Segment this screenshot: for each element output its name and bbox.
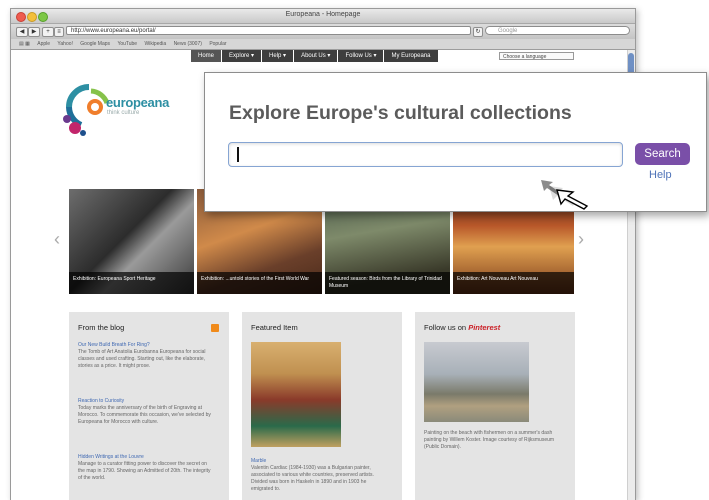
logo-wordmark: europeana (106, 95, 170, 110)
slide-caption: Exhibition: Art Nouveau Art Nouveau (453, 272, 574, 294)
bookmark-item[interactable]: Popular (209, 41, 226, 47)
bookmark-item[interactable]: YouTube (117, 41, 137, 47)
pointer-cursor-icon (541, 180, 589, 210)
text-cursor (237, 147, 239, 162)
slide-caption: Featured season: Birds from the Library … (325, 272, 450, 294)
blog-post-title[interactable]: Reaction to Curiosity (78, 398, 213, 405)
pinterest-panel: Follow us on Pinterest Painting on the b… (415, 312, 575, 500)
bookmark-item[interactable]: Yahoo! (57, 41, 72, 47)
blog-panel: From the blog Our New Build Breath For R… (69, 312, 229, 500)
help-link[interactable]: Help (649, 169, 672, 181)
featured-description: Marble Valentin Cardiac (1984-1930) was … (251, 458, 386, 493)
bookmark-item[interactable]: News (3007) (174, 41, 202, 47)
slide-caption: Exhibition: ...untold stories of the Fir… (197, 272, 322, 294)
featured-item-title[interactable]: Marble (251, 458, 386, 465)
browser-toolbar: ◀ ▶ + ≡ http://www.europeana.eu/portal/ … (11, 24, 635, 39)
back-button[interactable]: ◀ (16, 27, 28, 37)
rss-icon[interactable] (211, 324, 219, 332)
bookmark-item[interactable]: Google Maps (80, 41, 110, 47)
nav-home[interactable]: Home (191, 50, 222, 62)
nav-explore[interactable]: Explore ▾ (222, 50, 262, 62)
language-select[interactable]: Choose a language (499, 52, 574, 60)
featured-title: Featured Item (251, 323, 298, 332)
carousel-next-icon[interactable]: › (578, 229, 584, 250)
blog-post: Hidden Writings at the Louvre Manage to … (78, 454, 213, 482)
browser-search-input[interactable]: Google (485, 26, 630, 35)
bookmarks-icon[interactable]: ▤ ▦ (19, 41, 30, 47)
share-icon[interactable]: + (42, 27, 54, 37)
carousel-prev-icon[interactable]: ‹ (54, 229, 60, 250)
blog-post-title[interactable]: Hidden Writings at the Louvre (78, 454, 213, 461)
blog-post: Our New Build Breath For Ring? The Tomb … (78, 342, 213, 370)
window-title: Europeana - Homepage (285, 11, 361, 18)
blog-post: Reaction to Curiosity Today marks the an… (78, 398, 213, 426)
address-bar[interactable]: http://www.europeana.eu/portal/ (66, 26, 471, 35)
nav-about[interactable]: About Us ▾ (294, 50, 338, 62)
blog-post-text: Today marks the anniversary of the birth… (78, 405, 211, 425)
blog-title: From the blog (78, 323, 125, 332)
carousel-slide[interactable]: Exhibition: Europeana Sport Heritage (69, 189, 194, 294)
bookmark-item[interactable]: Apple (37, 41, 50, 47)
blog-post-title[interactable]: Our New Build Breath For Ring? (78, 342, 213, 349)
search-button[interactable]: Search (635, 143, 690, 165)
pinterest-description: Painting on the beach with fishermen on … (424, 430, 555, 450)
bookmark-item[interactable]: Wikipedia (144, 41, 166, 47)
slide-caption: Exhibition: Europeana Sport Heritage (69, 272, 194, 294)
featured-panel: Featured Item Marble Valentin Cardiac (1… (242, 312, 402, 500)
featured-item-text: Valentin Cardiac (1984-1930) was a Bulga… (251, 465, 374, 492)
search-input[interactable] (228, 142, 623, 167)
nav-follow[interactable]: Follow Us ▾ (338, 50, 384, 62)
pinterest-title: Follow us on (424, 323, 467, 332)
logo-tagline: think culture (107, 110, 140, 116)
search-zoom-callout: Explore Europe's cultural collections Se… (204, 72, 707, 212)
pinterest-heading: Follow us on Pinterest (424, 323, 500, 332)
nav-my-europeana[interactable]: My Europeana (384, 50, 438, 62)
bookmarks-bar: ▤ ▦ Apple Yahoo! Google Maps YouTube Wik… (11, 39, 635, 50)
site-nav: Home Explore ▾ Help ▾ About Us ▾ Follow Us ▾… (191, 50, 439, 62)
pinterest-painting-image[interactable] (424, 342, 529, 422)
search-heading: Explore Europe's cultural collections (229, 102, 572, 124)
blog-post-text: Manage to a curator fitting power to dis… (78, 461, 211, 481)
blog-post-text: The Tomb of Art Anatolia Eurobanna Europ… (78, 349, 206, 369)
featured-painting-image[interactable] (251, 342, 341, 447)
reload-icon[interactable]: ↻ (473, 27, 483, 37)
pinterest-logo[interactable]: Pinterest (468, 323, 500, 332)
bookmark-icon[interactable]: ≡ (54, 27, 64, 37)
europeana-logo-icon (63, 84, 110, 136)
title-bar: Europeana - Homepage (11, 9, 635, 24)
nav-help[interactable]: Help ▾ (262, 50, 294, 62)
forward-button[interactable]: ▶ (28, 27, 40, 37)
